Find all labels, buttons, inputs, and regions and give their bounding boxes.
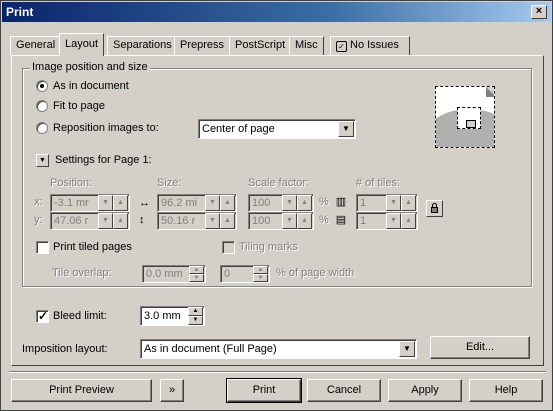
title-bar: Print × — [2, 2, 551, 22]
radio-as-in-document[interactable] — [36, 80, 48, 92]
tab-no-issues-label: No Issues — [350, 39, 399, 51]
bleed-limit-down[interactable]: ▼ — [188, 316, 203, 325]
expand-preview-icon[interactable]: » — [160, 379, 184, 402]
tile-overlap-up[interactable]: ▲ — [189, 266, 204, 274]
reposition-select[interactable]: Center of page — [198, 119, 356, 139]
tiles-x-down[interactable]: ▼ — [386, 195, 401, 211]
chevron-down-icon[interactable]: ▼ — [338, 121, 354, 137]
print-tiled-label: Print tiled pages — [53, 241, 132, 253]
page-width-label: % of page width — [276, 267, 355, 279]
height-arrow-icon: ↕ — [139, 214, 145, 226]
chevron-down-icon[interactable]: ▼ — [399, 341, 415, 357]
page-width-down[interactable]: ▼ — [253, 274, 268, 282]
vertical-tiles-icon: ▤ — [335, 214, 347, 226]
horizontal-tiles-icon: ▥ — [335, 196, 347, 208]
tile-overlap-down[interactable]: ▼ — [189, 274, 204, 282]
reposition-images-label: Reposition images to: — [53, 122, 159, 134]
page-width-up[interactable]: ▲ — [253, 266, 268, 274]
bleed-limit-label: Bleed limit: — [53, 310, 107, 322]
cancel-button[interactable]: Cancel — [307, 379, 381, 402]
bleed-limit-checkbox[interactable] — [36, 309, 49, 323]
tiles-x-up[interactable]: ▲ — [401, 195, 416, 211]
tiles-y-down[interactable]: ▼ — [386, 213, 401, 229]
scale-y-percent: % — [319, 214, 329, 226]
size-height-up[interactable]: ▲ — [220, 213, 235, 229]
scale-y-down[interactable]: ▼ — [282, 213, 297, 229]
tab-postscript[interactable]: PostScript — [229, 36, 292, 55]
edit-button[interactable]: Edit... — [430, 336, 530, 359]
imposition-layout-label: Imposition layout: — [22, 343, 108, 355]
radio-reposition-images[interactable] — [36, 122, 48, 134]
settings-collapse-icon[interactable]: ▼ — [36, 154, 49, 167]
tiling-marks-label: Tiling marks — [239, 241, 298, 253]
radio-fit-to-page[interactable] — [36, 100, 48, 112]
tab-general[interactable]: General — [10, 36, 62, 55]
lock-icon — [466, 120, 476, 128]
imposition-layout-select[interactable]: As in document (Full Page) — [140, 339, 417, 359]
scale-x-up[interactable]: ▲ — [297, 195, 312, 211]
tab-no-issues[interactable]: ✓ No Issues — [330, 36, 410, 55]
help-button[interactable]: Help — [469, 379, 543, 402]
bleed-limit-up[interactable]: ▲ — [188, 307, 203, 316]
position-header: Position: — [50, 177, 93, 189]
page-corner-fold — [486, 87, 494, 97]
footer-separator — [9, 371, 546, 373]
size-width-down[interactable]: ▼ — [205, 195, 220, 211]
print-preview-button[interactable]: Print Preview — [11, 379, 152, 402]
scale-x-down[interactable]: ▼ — [282, 195, 297, 211]
as-in-document-label: As in document — [53, 80, 129, 92]
tile-overlap-label: Tile overlap: — [52, 267, 112, 279]
position-y-down[interactable]: ▼ — [98, 213, 113, 229]
size-width-up[interactable]: ▲ — [220, 195, 235, 211]
image-position-group-label: Image position and size — [30, 61, 150, 73]
document-check-icon: ✓ — [336, 41, 347, 52]
tiles-header: # of tiles: — [356, 177, 401, 189]
scale-y-up[interactable]: ▲ — [297, 213, 312, 229]
layout-panel: Image position and size As in document F… — [11, 55, 544, 366]
position-x-down[interactable]: ▼ — [98, 195, 113, 211]
fit-to-page-label: Fit to page — [53, 100, 105, 112]
position-y-up[interactable]: ▲ — [113, 213, 128, 229]
window-title: Print — [6, 5, 34, 19]
print-dialog: Print × General Layout Separations Prepr… — [0, 0, 553, 411]
position-x-up[interactable]: ▲ — [113, 195, 128, 211]
tab-layout[interactable]: Layout — [59, 33, 105, 56]
tab-prepress[interactable]: Prepress — [174, 36, 231, 55]
apply-button[interactable]: Apply — [388, 379, 462, 402]
x-label: x: — [34, 196, 43, 208]
close-button[interactable]: × — [531, 5, 547, 19]
padlock-shackle — [432, 203, 437, 208]
scale-header: Scale factor: — [248, 177, 310, 189]
size-header: Size: — [157, 177, 182, 189]
print-tiled-checkbox[interactable] — [36, 241, 49, 254]
y-label: y: — [34, 214, 43, 226]
scale-x-percent: % — [319, 196, 329, 208]
settings-for-page-label: Settings for Page 1: — [55, 154, 152, 166]
width-arrow-icon: ↔ — [139, 197, 150, 209]
tiles-y-up[interactable]: ▲ — [401, 213, 416, 229]
lock-proportions-button[interactable] — [426, 200, 443, 217]
page-preview — [435, 86, 495, 148]
tab-misc[interactable]: Misc — [289, 36, 324, 55]
tiling-marks-checkbox[interactable] — [222, 241, 235, 254]
print-button[interactable]: Print — [226, 378, 302, 403]
tab-separations[interactable]: Separations — [107, 36, 178, 55]
size-height-down[interactable]: ▼ — [205, 213, 220, 229]
